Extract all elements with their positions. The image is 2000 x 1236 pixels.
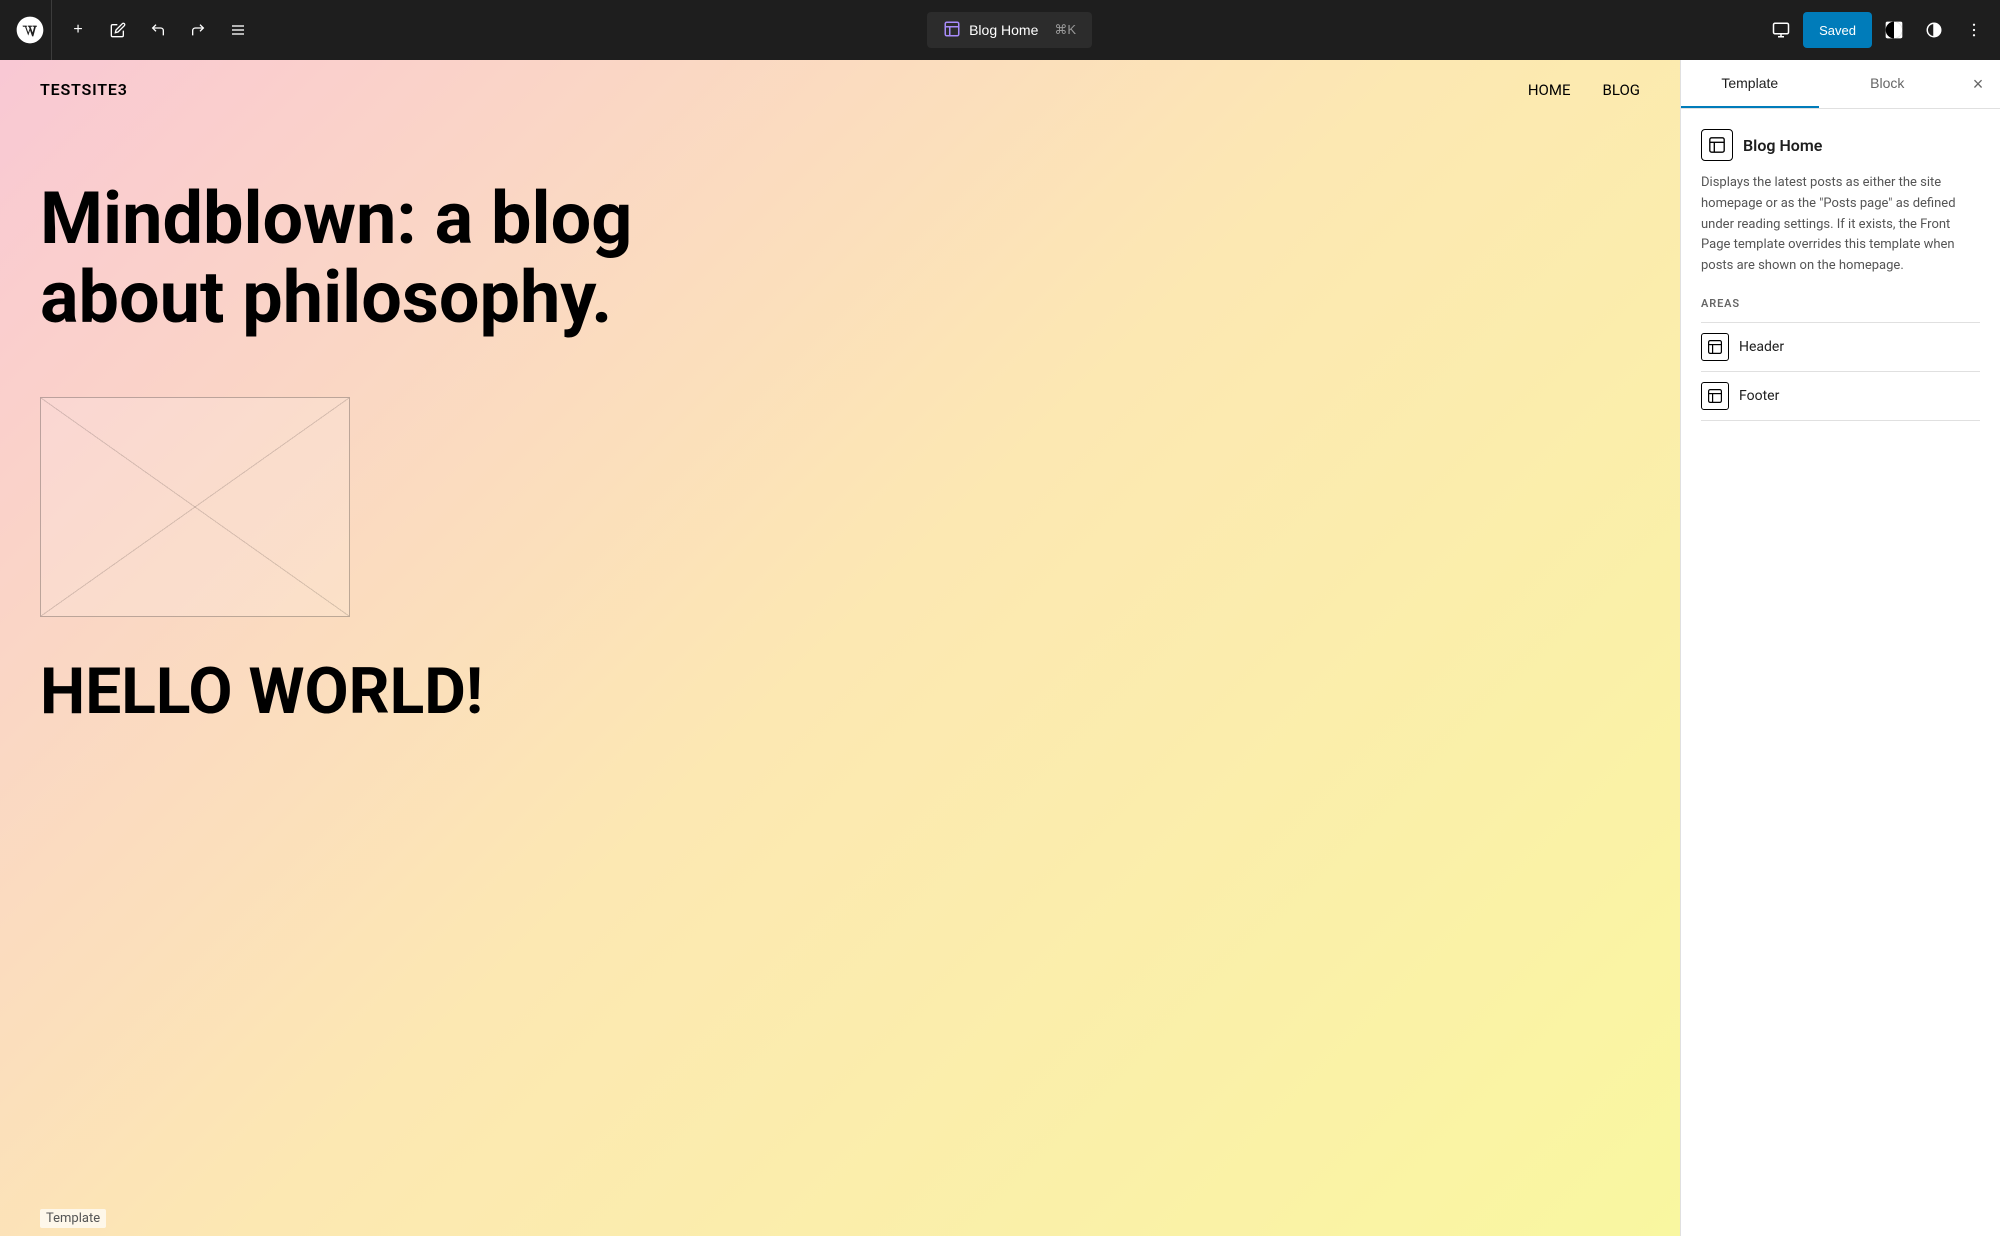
template-title-row: Blog Home — [1701, 129, 1980, 161]
pencil-icon — [110, 22, 126, 38]
header-icon — [1707, 339, 1723, 355]
template-description: Displays the latest posts as either the … — [1701, 173, 1980, 277]
header-label: Header — [1739, 339, 1784, 355]
add-block-button[interactable]: + — [60, 12, 96, 48]
redo-button[interactable] — [180, 12, 216, 48]
header-area-icon — [1701, 333, 1729, 361]
template-label: Template — [40, 1209, 106, 1228]
template-name: Blog Home — [1743, 136, 1822, 155]
areas-label: AREAS — [1701, 297, 1980, 310]
tab-block[interactable]: Block — [1819, 60, 1957, 108]
post-featured-image — [40, 397, 350, 617]
undo-icon — [150, 22, 166, 38]
template-icon-svg — [943, 20, 961, 38]
toolbar-center: Blog Home ⌘K — [260, 12, 1759, 48]
more-icon — [1965, 21, 1983, 39]
hello-world-title: HELLO WORLD! — [0, 637, 1680, 727]
template-icon-box — [1701, 129, 1733, 161]
contrast-icon — [1925, 21, 1943, 39]
sidebar-content: Blog Home Displays the latest posts as e… — [1681, 109, 2000, 441]
saved-button[interactable]: Saved — [1803, 12, 1872, 48]
undo-button[interactable] — [140, 12, 176, 48]
monitor-icon — [1772, 21, 1790, 39]
footer-label: Footer — [1739, 388, 1779, 404]
wp-logo[interactable] — [8, 0, 52, 60]
more-options-button[interactable] — [1956, 12, 1992, 48]
list-view-button[interactable] — [220, 12, 256, 48]
site-header: TESTSITE3 HOME BLOG — [0, 60, 1680, 119]
styles-button[interactable] — [1876, 12, 1912, 48]
tab-template[interactable]: Template — [1681, 60, 1819, 108]
close-sidebar-button[interactable]: × — [1956, 60, 2000, 108]
sidebar-header: Template Block × — [1681, 60, 2000, 109]
device-preview-button[interactable] — [1763, 12, 1799, 48]
site-title: TESTSITE3 — [40, 80, 128, 99]
area-footer[interactable]: Footer — [1701, 371, 1980, 421]
keyboard-shortcut: ⌘K — [1054, 22, 1076, 38]
toolbar: + — [0, 0, 2000, 60]
canvas[interactable]: TESTSITE3 HOME BLOG Mindblown: a blog ab… — [0, 60, 1680, 1236]
redo-icon — [190, 22, 206, 38]
edit-tool-button[interactable] — [100, 12, 136, 48]
nav-home[interactable]: HOME — [1528, 81, 1571, 99]
wordpress-icon — [14, 14, 46, 46]
template-icon-detail — [1708, 136, 1726, 154]
footer-icon — [1707, 388, 1723, 404]
list-view-icon — [230, 22, 246, 38]
blog-home-label: Blog Home — [969, 22, 1038, 38]
styles-icon — [1884, 20, 1904, 40]
contrast-button[interactable] — [1916, 12, 1952, 48]
main-layout: TESTSITE3 HOME BLOG Mindblown: a blog ab… — [0, 0, 2000, 1236]
blog-title: Mindblown: a blog about philosophy. — [0, 119, 700, 377]
sidebar: Template Block × Blog Home Displays the … — [1680, 60, 2000, 1236]
area-header[interactable]: Header — [1701, 322, 1980, 371]
nav-blog[interactable]: BLOG — [1603, 81, 1641, 99]
template-icon — [943, 20, 961, 41]
toolbar-right: Saved — [1763, 12, 1992, 48]
site-nav: HOME BLOG — [1528, 81, 1640, 99]
blog-home-button[interactable]: Blog Home ⌘K — [927, 12, 1092, 48]
footer-area-icon — [1701, 382, 1729, 410]
